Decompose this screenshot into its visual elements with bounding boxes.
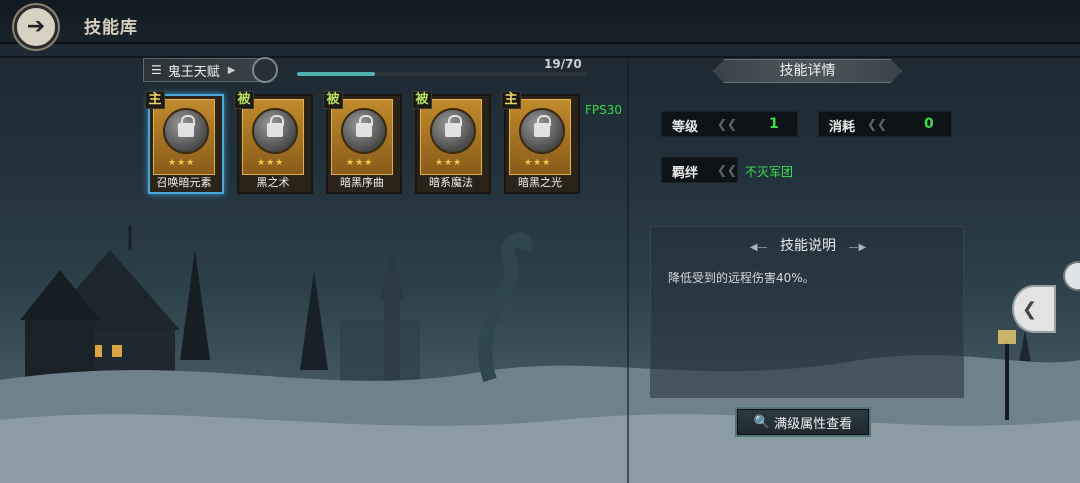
collection-progress-text: 19/70 [544, 57, 582, 71]
skill-card-5[interactable]: ★★★ 暗黑之光 主 [501, 91, 580, 194]
page-title: 技能库 [84, 18, 138, 38]
skill-card-face: ★★★ [420, 99, 482, 175]
description-text: 降低受到的远程伤害40%。 [668, 271, 815, 285]
bond-stat: 羁绊 ❮❮ [661, 157, 738, 183]
cost-value: 0 [924, 116, 934, 132]
skill-card-3[interactable]: ★★★ 暗黑序曲 被 [323, 91, 402, 194]
skill-card-2[interactable]: ★★★ 黑之术 被 [234, 91, 313, 194]
fps-counter: FPS30 [585, 103, 623, 117]
skill-type-badge: 被 [412, 91, 432, 109]
category-label: 鬼王天赋 [167, 64, 220, 80]
skill-name: 暗系魔法 [429, 176, 473, 189]
lock-icon [445, 115, 462, 137]
level-label: 等级 [672, 120, 699, 135]
view-max-level-label: 满级属性查看 [774, 416, 853, 432]
right-dash-icon: —▶ [848, 242, 867, 253]
skill-name: 召唤暗元素 [156, 176, 212, 189]
collection-progress-fill [297, 72, 376, 76]
arrow-left-icon: ➔ [26, 14, 46, 39]
level-stat: 等级 ❮❮ 1 [661, 111, 798, 137]
lock-icon [534, 115, 551, 137]
magnifier-icon: 🔍 [753, 414, 771, 430]
back-button[interactable]: ➔ [14, 5, 58, 49]
play-arrow-icon: ▶ [227, 64, 236, 76]
lock-icon [178, 115, 195, 137]
description-title: ◀— 技能说明 —▶ [651, 235, 965, 255]
skill-type-badge: 被 [323, 91, 343, 109]
skill-type-badge: 主 [145, 91, 165, 109]
skill-card-face: ★★★ [331, 99, 393, 175]
bond-value: 不灭军团 [745, 165, 794, 179]
description-panel: ◀— 技能说明 —▶ 降低受到的远程伤害40%。 [650, 226, 964, 398]
separator-chevron-icon: ❮❮ [717, 163, 738, 177]
side-panel-toggle[interactable]: ❮ [1012, 285, 1056, 333]
detail-header: 技能详情 [713, 59, 902, 83]
skill-card-face: ★★★ [509, 99, 571, 175]
swirl-ornament-icon [252, 57, 278, 83]
cost-stat: 消耗 ❮❮ 0 [818, 111, 952, 137]
lock-icon [267, 115, 284, 137]
panel-divider [627, 56, 629, 483]
star-rating: ★★★ [168, 158, 196, 168]
star-rating: ★★★ [257, 158, 285, 168]
collection-progress-bar [297, 72, 587, 76]
skill-type-badge: 被 [234, 91, 254, 109]
cost-label: 消耗 [829, 120, 856, 135]
top-bar: ➔ 技能库 [0, 0, 1080, 49]
list-icon: ☰ [151, 63, 162, 77]
separator-chevron-icon: ❮❮ [867, 117, 888, 131]
skill-type-badge: 主 [501, 91, 521, 109]
skill-card-face: ★★★ [242, 99, 304, 175]
left-dash-icon: ◀— [749, 242, 768, 253]
bond-label: 羁绊 [672, 166, 699, 181]
star-rating: ★★★ [435, 158, 463, 168]
star-rating: ★★★ [346, 158, 374, 168]
chevron-left-icon: ❮ [1022, 298, 1038, 320]
description-title-text: 技能说明 [780, 238, 836, 254]
skill-card-4[interactable]: ★★★ 暗系魔法 被 [412, 91, 491, 194]
skill-name: 黑之术 [256, 176, 290, 189]
skill-card-face: ★★★ [153, 99, 215, 175]
skill-name: 暗黑序曲 [340, 176, 384, 189]
star-rating: ★★★ [524, 158, 552, 168]
skill-card-1[interactable]: ★★★ 召唤暗元素 主 [145, 91, 224, 194]
separator-chevron-icon: ❮❮ [717, 117, 738, 131]
lock-icon [356, 115, 373, 137]
view-max-level-button[interactable]: 🔍 满级属性查看 [735, 407, 871, 437]
level-value: 1 [769, 116, 779, 132]
skill-name: 暗黑之光 [518, 176, 562, 189]
